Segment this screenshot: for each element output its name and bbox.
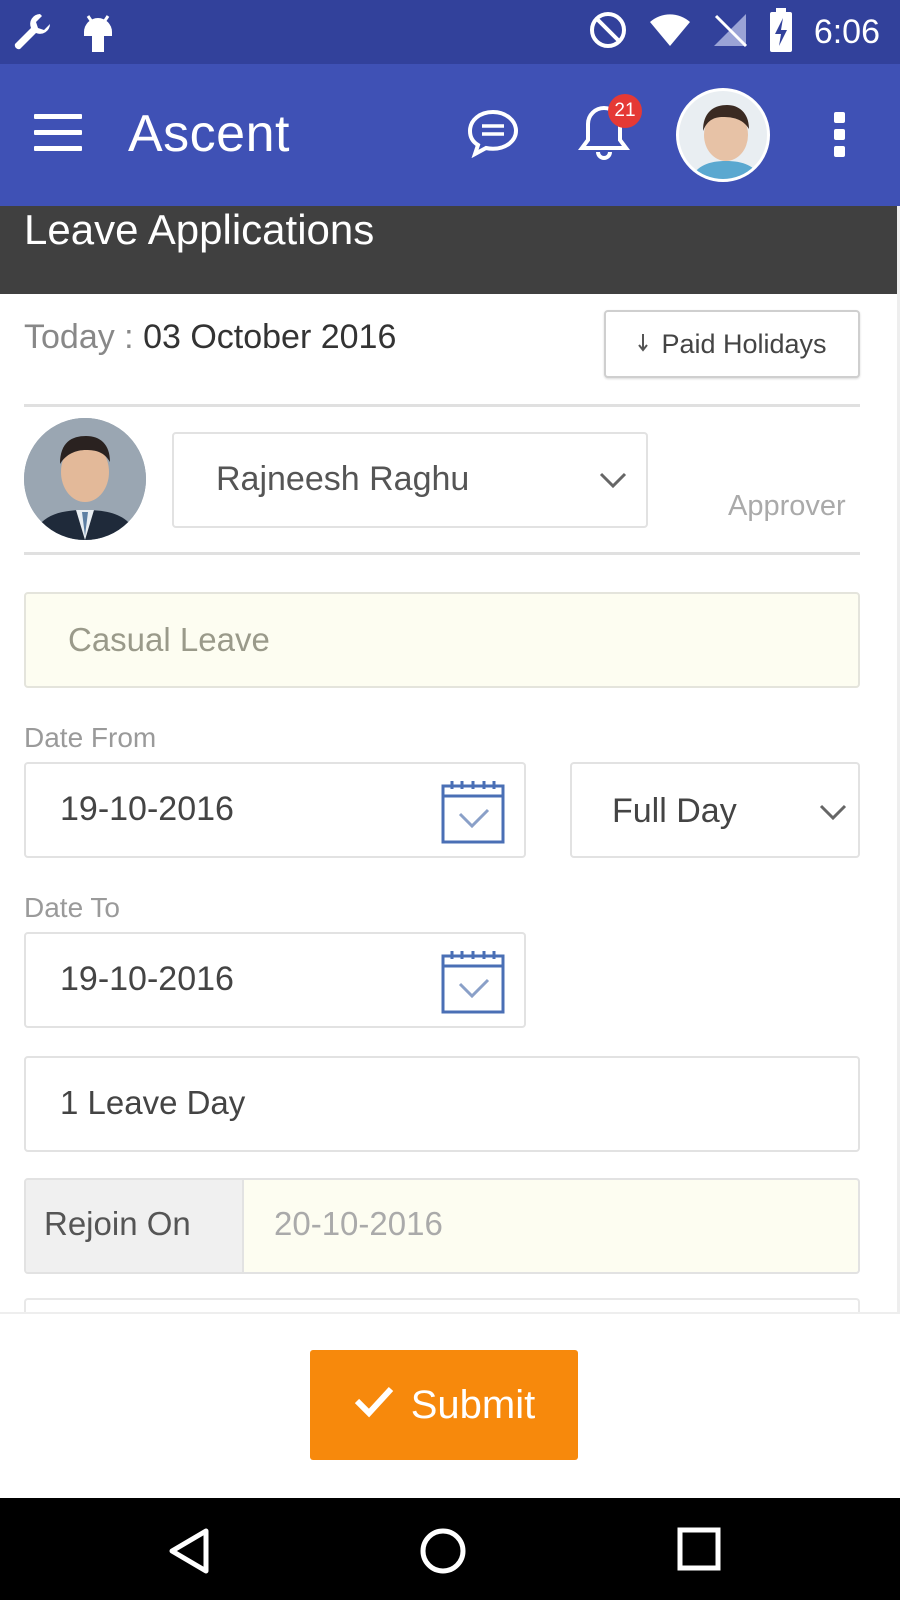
approver-avatar [24,418,146,540]
today-value: 03 October 2016 [143,318,397,356]
submit-button[interactable]: Submit [310,1350,578,1460]
rejoin-label: Rejoin On [44,1205,191,1242]
divider [24,404,860,407]
date-to-field[interactable]: 19-10-2016 [24,932,526,1028]
date-from-value: 19-10-2016 [60,790,234,828]
date-to-label: Date To [24,892,120,923]
app-bar: Ascent 21 [0,64,900,206]
more-vert-icon[interactable] [834,112,848,163]
paid-holidays-label: Paid Holidays [661,328,827,359]
day-span-value: Full Day [612,792,737,830]
approver-dropdown[interactable]: Rajneesh Raghu [172,432,648,528]
rejoin-field: Rejoin On 20-10-2016 [24,1178,860,1274]
notifications-button[interactable]: 21 [578,94,648,172]
app-title: Ascent [128,105,290,163]
recents-icon[interactable] [676,1526,722,1576]
paid-holidays-button[interactable]: Paid Holidays [604,310,860,378]
divider [24,552,860,555]
approver-name: Rajneesh Raghu [216,460,470,498]
today-label: Today : [24,318,134,356]
chevron-down-icon [598,470,628,494]
today-row: Today : 03 October 2016 [24,318,396,357]
checkmark-icon [353,1383,395,1428]
user-avatar[interactable] [676,88,770,182]
menu-icon[interactable] [34,114,82,154]
battery-charging-icon [768,8,794,56]
rejoin-value: 20-10-2016 [274,1205,443,1242]
rejoin-label-box: Rejoin On [26,1180,244,1272]
section-header: Leave Applications [0,206,900,294]
leave-days-field: 1 Leave Day [24,1056,860,1152]
android-debug-icon [78,10,118,62]
back-icon[interactable] [166,1526,212,1580]
notification-badge: 21 [608,94,642,128]
approver-label: Approver [728,490,846,522]
chevron-down-icon [818,802,848,826]
leave-type-value: Casual Leave [68,621,270,658]
calendar-icon[interactable] [440,948,506,1020]
clock-time: 6:06 [813,12,880,51]
date-from-label: Date From [24,722,157,753]
no-signal-icon [712,12,748,52]
wifi-icon [648,12,692,52]
chat-icon[interactable] [466,108,520,162]
date-from-field[interactable]: 19-10-2016 [24,762,526,858]
day-span-dropdown[interactable]: Full Day [570,762,860,858]
system-nav-bar [0,1498,900,1600]
date-to-value: 19-10-2016 [60,960,234,998]
page-title: Leave Applications [24,206,375,253]
arrow-down-icon [637,329,649,360]
leave-type-field[interactable]: Casual Leave [24,592,860,688]
bell-icon [578,105,630,166]
home-icon[interactable] [418,1526,468,1580]
calendar-icon[interactable] [440,778,506,850]
wrench-icon [10,10,54,62]
form-footer: Submit [0,1312,900,1498]
do-not-disturb-icon [588,10,628,54]
leave-days-value: 1 Leave Day [60,1084,246,1121]
submit-label: Submit [410,1382,536,1427]
status-bar: 6:06 [0,0,900,64]
